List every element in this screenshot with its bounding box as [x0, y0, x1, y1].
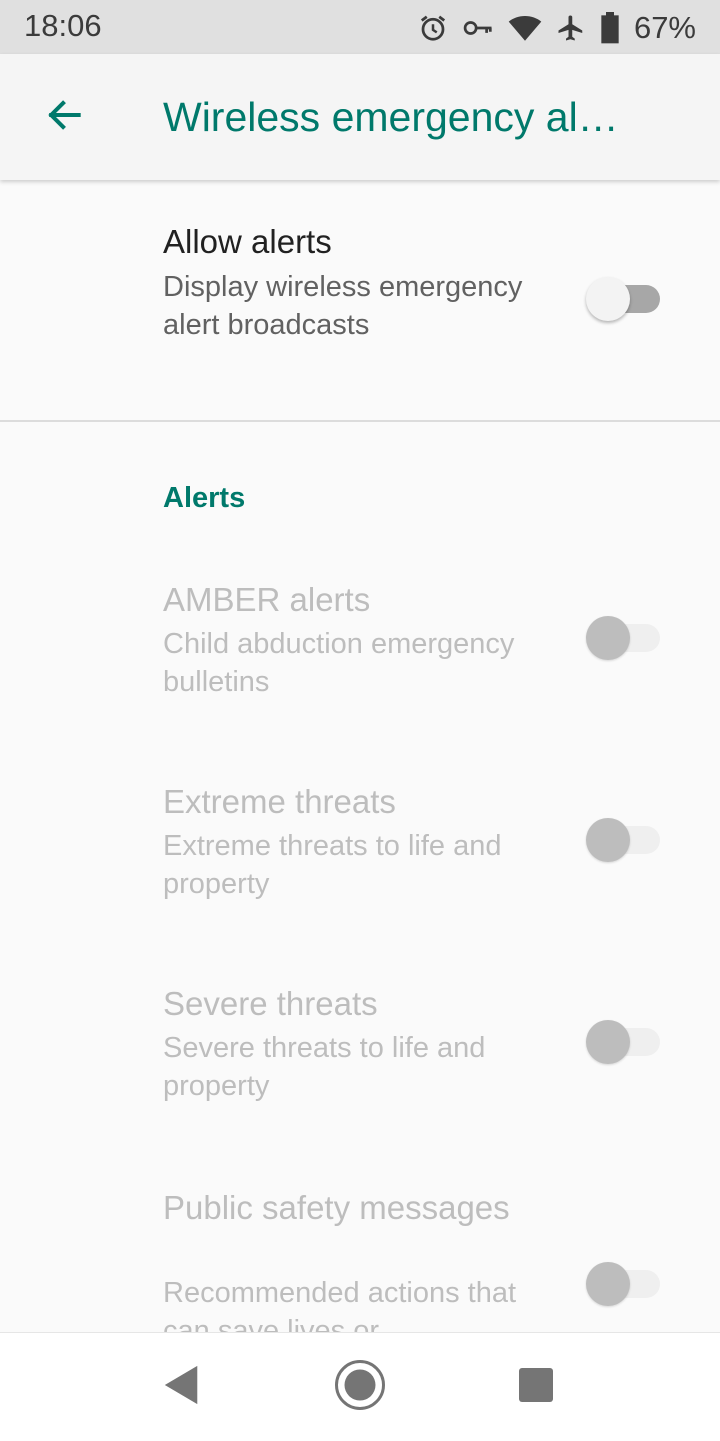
preference-summary: Recommended actions that can save lives …: [163, 1277, 517, 1332]
preference-summary: Severe threats to life and property: [163, 1032, 486, 1102]
switch-thumb: [586, 277, 630, 321]
preference-title: Allow alerts: [163, 223, 332, 260]
back-button[interactable]: [36, 89, 92, 145]
preference-summary: Child abduction emergency bulletins: [163, 628, 515, 698]
extreme-threats-preference: Extreme threats Extreme threats to life …: [0, 752, 720, 932]
allow-alerts-preference[interactable]: Allow alerts Display wireless emergency …: [0, 180, 720, 420]
amber-alerts-preference: AMBER alerts Child abduction emergency b…: [0, 550, 720, 730]
status-bar: 18:06 67%: [0, 0, 720, 54]
nav-back-button[interactable]: [152, 1357, 212, 1417]
nav-recents-icon: [518, 1367, 554, 1408]
airplane-icon: [556, 12, 586, 44]
status-icons: 67%: [418, 8, 696, 48]
page-title: Wireless emergency al…: [163, 94, 619, 140]
severe-threats-switch: [586, 1018, 660, 1066]
wifi-icon: [508, 13, 542, 43]
arrow-back-icon: [42, 93, 86, 142]
preference-title: Extreme threats: [163, 783, 396, 820]
public-safety-switch: [586, 1260, 660, 1308]
battery-percent: 67%: [633, 10, 696, 45]
alarm-icon: [418, 13, 448, 43]
switch-thumb: [586, 1262, 630, 1306]
navigation-bar: [0, 1332, 720, 1441]
switch-thumb: [586, 818, 630, 862]
switch-thumb: [586, 616, 630, 660]
public-safety-preference: Public safety messages Recommended actio…: [0, 1156, 720, 1332]
extreme-threats-switch: [586, 816, 660, 864]
preference-summary: Extreme threats to life and property: [163, 830, 502, 900]
nav-recents-button[interactable]: [506, 1357, 566, 1417]
preference-title: Public safety messages: [163, 1189, 510, 1226]
app-bar: Wireless emergency al…: [0, 54, 720, 180]
nav-back-icon: [162, 1364, 202, 1411]
divider: [0, 420, 720, 422]
battery-icon: [600, 12, 620, 44]
preference-summary: Display wireless emergency alert broadca…: [163, 271, 523, 341]
amber-alerts-switch: [586, 614, 660, 662]
vpn-key-icon: [462, 13, 494, 43]
nav-home-button[interactable]: [330, 1357, 390, 1417]
status-time: 18:06: [24, 8, 102, 43]
severe-threats-preference: Severe threats Severe threats to life an…: [0, 954, 720, 1134]
preference-title: AMBER alerts: [163, 581, 371, 618]
allow-alerts-switch[interactable]: [586, 275, 660, 323]
nav-home-icon: [334, 1359, 386, 1416]
preference-title: Severe threats: [163, 985, 378, 1022]
category-header-alerts: Alerts: [163, 482, 246, 514]
settings-list: Allow alerts Display wireless emergency …: [0, 180, 720, 1332]
switch-thumb: [586, 1020, 630, 1064]
